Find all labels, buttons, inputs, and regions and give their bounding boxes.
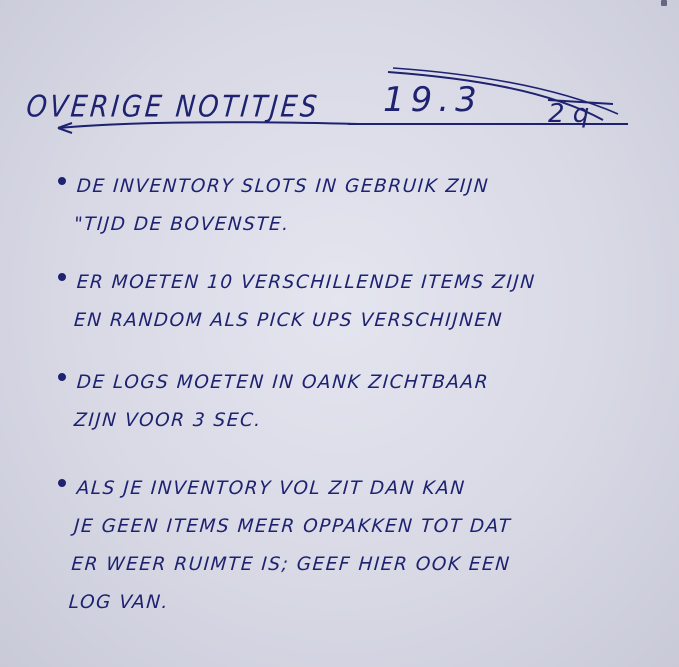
title-underline-stroke xyxy=(57,121,359,129)
bullet-icon xyxy=(58,177,66,185)
bullet-icon xyxy=(58,273,66,281)
note-text: er moeten 10 verschillende items zijn en… xyxy=(73,272,537,331)
note-item: er moeten 10 verschillende items zijn en… xyxy=(52,264,652,340)
note-text: als je inventory vol zit dan kan je geen… xyxy=(68,478,513,613)
note-text: de logs moeten in oank zichtbaar zijn vo… xyxy=(73,372,490,431)
notebook-page: Overige notitjes 19.3 2 q de inventory s… xyxy=(0,0,679,667)
note-item: als je inventory vol zit dan kan je geen… xyxy=(52,470,652,622)
notes-list: de inventory slots in gebruik zijn "tijd… xyxy=(52,168,652,622)
note-item: de logs moeten in oank zichtbaar zijn vo… xyxy=(52,364,652,440)
title-row: Overige notitjes 19.3 2 q xyxy=(25,67,648,140)
bullet-icon xyxy=(58,373,66,381)
corner-mark xyxy=(661,0,667,6)
title-scribbles: 2 q xyxy=(57,67,628,134)
bullet-icon xyxy=(58,479,66,487)
note-text: de inventory slots in gebruik zijn "tijd… xyxy=(73,176,490,235)
note-item: de inventory slots in gebruik zijn "tijd… xyxy=(52,168,652,244)
title-number-overwrite: 2 q xyxy=(548,99,589,129)
